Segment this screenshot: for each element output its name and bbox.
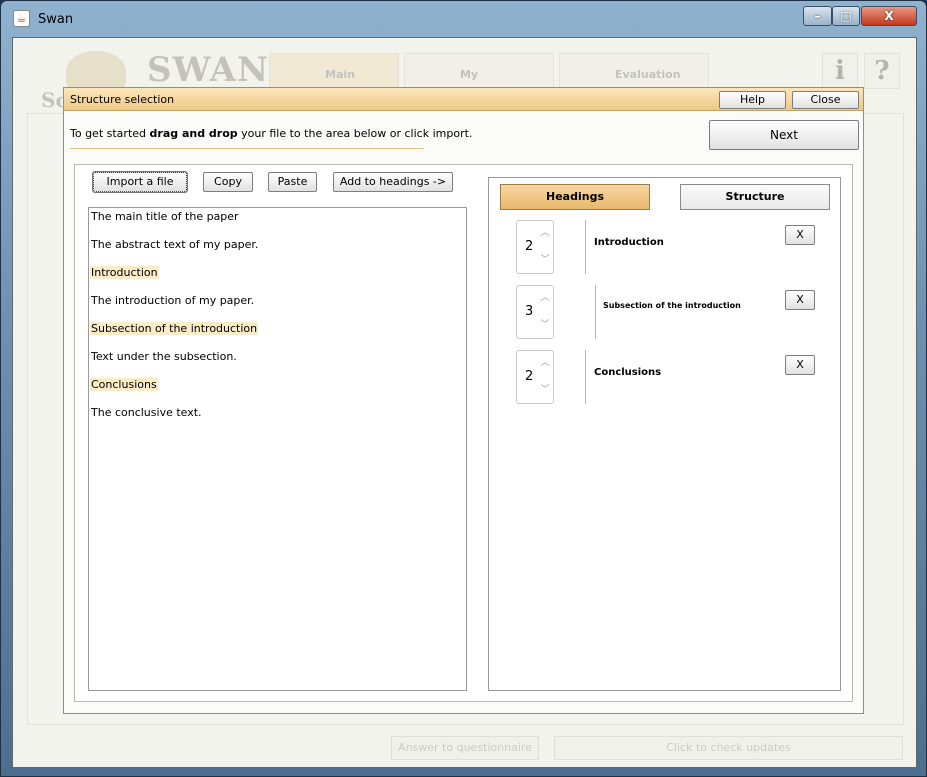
heading-title[interactable]: Introduction <box>594 237 664 248</box>
chevron-down-icon[interactable]: ﹀ <box>540 385 550 395</box>
remove-heading-button[interactable]: X <box>785 225 815 245</box>
close-button[interactable]: Close <box>792 91 859 109</box>
remove-heading-button[interactable]: X <box>785 355 815 375</box>
chevron-up-icon[interactable]: ︿ <box>540 358 550 368</box>
line-text: The main title of the paper <box>91 210 239 223</box>
next-button[interactable]: Next <box>709 120 859 150</box>
document-text-area[interactable]: The main title of the paper The abstract… <box>88 207 467 691</box>
info-button[interactable]: i <box>822 53 858 89</box>
line-text: Subsection of the introduction <box>90 322 259 335</box>
java-cup-icon: ☕ <box>13 10 30 27</box>
heading-row: 2 ︿ ﹀ Conclusions X <box>489 350 840 408</box>
heading-title[interactable]: Subsection of the introduction <box>603 301 741 310</box>
chevron-down-icon[interactable]: ﹀ <box>540 320 550 330</box>
level-stepper[interactable]: 2 ︿ ﹀ <box>516 350 554 404</box>
indent-separator <box>585 350 586 404</box>
heading-row: 2 ︿ ﹀ Introduction X <box>489 220 840 278</box>
window-title: Swan <box>38 12 74 27</box>
headings-panel: Headings Structure 2 ︿ ﹀ Introduction X … <box>488 177 841 691</box>
window-close-button[interactable]: X <box>861 6 917 26</box>
level-value: 3 <box>525 304 534 319</box>
indent-separator <box>585 220 586 274</box>
document-line[interactable]: The main title of the paper <box>90 210 465 238</box>
structure-selection-dialog: Structure selection Help Close To get st… <box>63 87 864 714</box>
document-line[interactable]: The conclusive text. <box>90 406 465 434</box>
minimize-icon: – <box>814 9 821 23</box>
intro-prefix: To get started <box>70 127 150 140</box>
minimize-button[interactable]: – <box>803 6 832 26</box>
indent-separator <box>595 285 596 339</box>
intro-suffix: your file to the area below or click imp… <box>237 127 473 140</box>
document-line[interactable]: Text under the subsection. <box>90 350 465 378</box>
intro-bold: drag and drop <box>149 127 238 140</box>
heading-title[interactable]: Conclusions <box>594 367 661 378</box>
brand-name: SWAN <box>147 50 270 90</box>
dialog-title: Structure selection <box>70 93 175 106</box>
tab-headings[interactable]: Headings <box>500 184 650 210</box>
line-text: The introduction of my paper. <box>91 294 255 307</box>
swan-logo-icon <box>66 51 126 91</box>
intro-divider <box>70 148 424 149</box>
line-text: Conclusions <box>90 378 158 391</box>
tab-evaluation[interactable]: Evaluation <box>559 53 709 89</box>
dialog-header: Structure selection Help Close <box>64 88 863 111</box>
add-to-headings-button[interactable]: Add to headings -> <box>333 172 453 192</box>
questionnaire-button[interactable]: Answer to questionnaire <box>391 736 539 760</box>
chevron-down-icon[interactable]: ﹀ <box>540 255 550 265</box>
title-bar[interactable]: ☕ Swan – □ X <box>1 1 926 35</box>
line-text: The abstract text of my paper. <box>91 238 259 251</box>
level-value: 2 <box>525 369 534 384</box>
document-line[interactable]: The abstract text of my paper. <box>90 238 465 266</box>
paste-button[interactable]: Paste <box>268 172 317 192</box>
maximize-icon: □ <box>840 9 852 23</box>
application-window: ☕ Swan – □ X SWAN Sc Main My Evaluation … <box>0 0 927 777</box>
tab-main[interactable]: Main <box>269 53 399 89</box>
intro-text: To get started drag and drop your file t… <box>70 127 472 140</box>
close-icon: X <box>884 9 894 23</box>
import-file-button[interactable]: Import a file <box>92 171 188 193</box>
help-button[interactable]: Help <box>719 91 786 109</box>
heading-row: 3 ︿ ﹀ Subsection of the introduction X <box>489 285 840 343</box>
maximize-button[interactable]: □ <box>832 6 860 26</box>
document-line[interactable]: The introduction of my paper. <box>90 294 465 322</box>
level-stepper[interactable]: 2 ︿ ﹀ <box>516 220 554 274</box>
chevron-up-icon[interactable]: ︿ <box>540 228 550 238</box>
line-text: Introduction <box>90 266 159 279</box>
chevron-up-icon[interactable]: ︿ <box>540 293 550 303</box>
copy-button[interactable]: Copy <box>203 172 253 192</box>
check-updates-button[interactable]: Click to check updates <box>554 736 903 760</box>
document-line-heading[interactable]: Introduction <box>90 266 465 294</box>
tab-structure[interactable]: Structure <box>680 184 830 210</box>
document-line-heading[interactable]: Conclusions <box>90 378 465 406</box>
remove-heading-button[interactable]: X <box>785 290 815 310</box>
line-text: The conclusive text. <box>91 406 202 419</box>
level-stepper[interactable]: 3 ︿ ﹀ <box>516 285 554 339</box>
help-question-button[interactable]: ? <box>864 53 900 89</box>
line-text: Text under the subsection. <box>91 350 237 363</box>
tab-my[interactable]: My <box>404 53 554 89</box>
level-value: 2 <box>525 239 534 254</box>
document-line-heading[interactable]: Subsection of the introduction <box>90 322 465 350</box>
